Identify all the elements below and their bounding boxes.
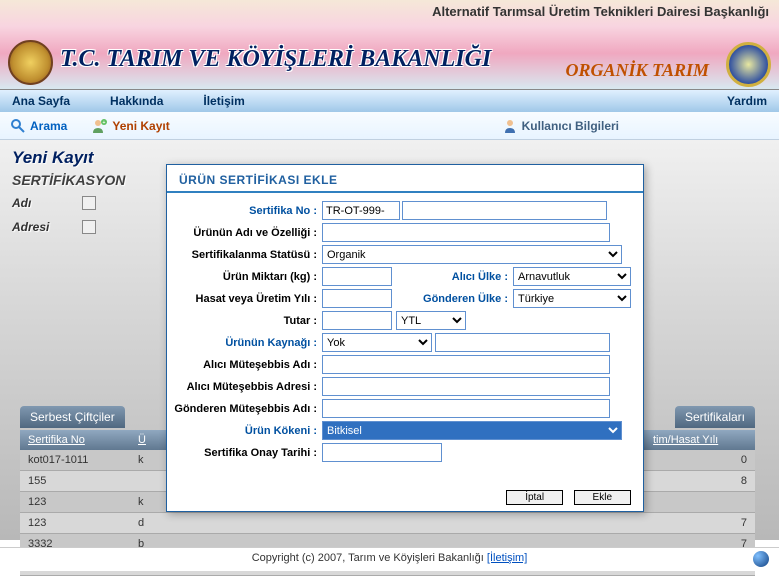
svg-text:+: + xyxy=(103,120,106,126)
input-miktar[interactable] xyxy=(322,267,392,286)
input-hasat[interactable] xyxy=(322,289,392,308)
input-sertifika-prefix[interactable] xyxy=(322,201,400,220)
select-kaynak[interactable]: Yok xyxy=(322,333,432,352)
label-onay: Sertifika Onay Tarihi : xyxy=(167,447,322,459)
select-status[interactable]: Organik xyxy=(322,245,622,264)
select-gonderen-ulke[interactable]: Türkiye xyxy=(513,289,631,308)
ministry-logo-icon xyxy=(8,40,53,85)
banner-title: T.C. TARIM VE KÖYİŞLERİ BAKANLIĞI xyxy=(60,46,491,73)
cancel-button[interactable]: İptal xyxy=(506,490,563,505)
label-gonderen-ad: Gönderen Müteşebbis Adı : xyxy=(167,403,322,415)
user-add-icon: + xyxy=(92,118,108,134)
add-button[interactable]: Ekle xyxy=(574,490,631,505)
modal-title: ÜRÜN SERTİFİKASI EKLE xyxy=(167,165,643,193)
label-status: Sertifikalanma Statüsü : xyxy=(167,249,322,261)
grid-col-sertifika[interactable]: Sertifika No xyxy=(20,430,130,450)
grid-tab-right[interactable]: Sertifikaları xyxy=(675,406,755,428)
seal-icon xyxy=(726,42,771,87)
label-alici-ad: Alıcı Müteşebbis Adı : xyxy=(167,359,322,371)
nav-about[interactable]: Hakkında xyxy=(110,94,163,108)
input-urun-adi[interactable] xyxy=(322,223,610,242)
grid-col-yil[interactable]: tim/Hasat Yılı xyxy=(645,430,755,450)
field-adresi-label: Adresi xyxy=(12,220,82,234)
label-tutar: Tutar : xyxy=(167,315,322,327)
label-kaynak: Ürünün Kaynağı : xyxy=(167,337,322,349)
nav-bar: Ana Sayfa Hakkında İletişim Yardım xyxy=(0,90,779,112)
field-adi-label: Adı xyxy=(12,196,82,210)
nav-contact[interactable]: İletişim xyxy=(203,94,244,108)
label-sertifika-no: Sertifika No : xyxy=(167,205,322,217)
header-band: Alternatif Tarımsal Üretim Teknikleri Da… xyxy=(0,0,779,90)
search-icon xyxy=(10,118,26,134)
field-adresi-box xyxy=(82,220,96,234)
input-tutar[interactable] xyxy=(322,311,392,330)
label-alici-ulke: Alıcı Ülke : xyxy=(418,271,513,283)
globe-icon xyxy=(753,551,769,567)
certificate-modal: ÜRÜN SERTİFİKASI EKLE Sertifika No : Ürü… xyxy=(166,164,644,512)
footer: Copyright (c) 2007, Tarım ve Köyişleri B… xyxy=(0,547,779,571)
toolbar-new[interactable]: + Yeni Kayıt xyxy=(92,118,169,134)
label-koken: Ürün Kökeni : xyxy=(167,425,322,437)
input-alici-adres[interactable] xyxy=(322,377,610,396)
grid-col-u[interactable]: Ü xyxy=(130,430,150,450)
grid-tab-left[interactable]: Serbest Çiftçiler xyxy=(20,406,125,428)
toolbar-search-label: Arama xyxy=(30,119,67,133)
label-miktar: Ürün Miktarı (kg) : xyxy=(167,271,322,283)
toolbar-user-label: Kullanıcı Bilgileri xyxy=(522,119,619,133)
input-alici-ad[interactable] xyxy=(322,355,610,374)
toolbar: Arama + Yeni Kayıt Kullanıcı Bilgileri xyxy=(0,112,779,140)
header-subtitle: Alternatif Tarımsal Üretim Teknikleri Da… xyxy=(432,4,769,19)
toolbar-search[interactable]: Arama xyxy=(10,118,67,134)
select-koken[interactable]: Bitkisel xyxy=(322,421,622,440)
label-gonderen-ulke: Gönderen Ülke : xyxy=(418,293,513,305)
select-currency[interactable]: YTL xyxy=(396,311,466,330)
nav-help[interactable]: Yardım xyxy=(727,94,767,108)
footer-text: Copyright (c) 2007, Tarım ve Köyişleri B… xyxy=(252,552,487,564)
label-hasat: Hasat veya Üretim Yılı : xyxy=(167,293,322,305)
input-kaynak-detail[interactable] xyxy=(435,333,610,352)
footer-contact-link[interactable]: [İletişim] xyxy=(487,552,527,564)
organic-label: ORGANİK TARIM xyxy=(565,60,709,81)
input-onay-tarih[interactable] xyxy=(322,443,442,462)
field-adi-box xyxy=(82,196,96,210)
select-alici-ulke[interactable]: Arnavutluk xyxy=(513,267,631,286)
toolbar-new-label: Yeni Kayıt xyxy=(112,119,169,133)
nav-home[interactable]: Ana Sayfa xyxy=(12,94,70,108)
label-alici-adres: Alıcı Müteşebbis Adresi : xyxy=(167,381,322,393)
label-urun-adi: Ürünün Adı ve Özelliği : xyxy=(167,227,322,239)
table-row[interactable]: 123d7 xyxy=(20,513,755,534)
toolbar-user[interactable]: Kullanıcı Bilgileri xyxy=(502,118,619,134)
input-gonderen-ad[interactable] xyxy=(322,399,610,418)
user-icon xyxy=(502,118,518,134)
input-sertifika-no[interactable] xyxy=(402,201,607,220)
